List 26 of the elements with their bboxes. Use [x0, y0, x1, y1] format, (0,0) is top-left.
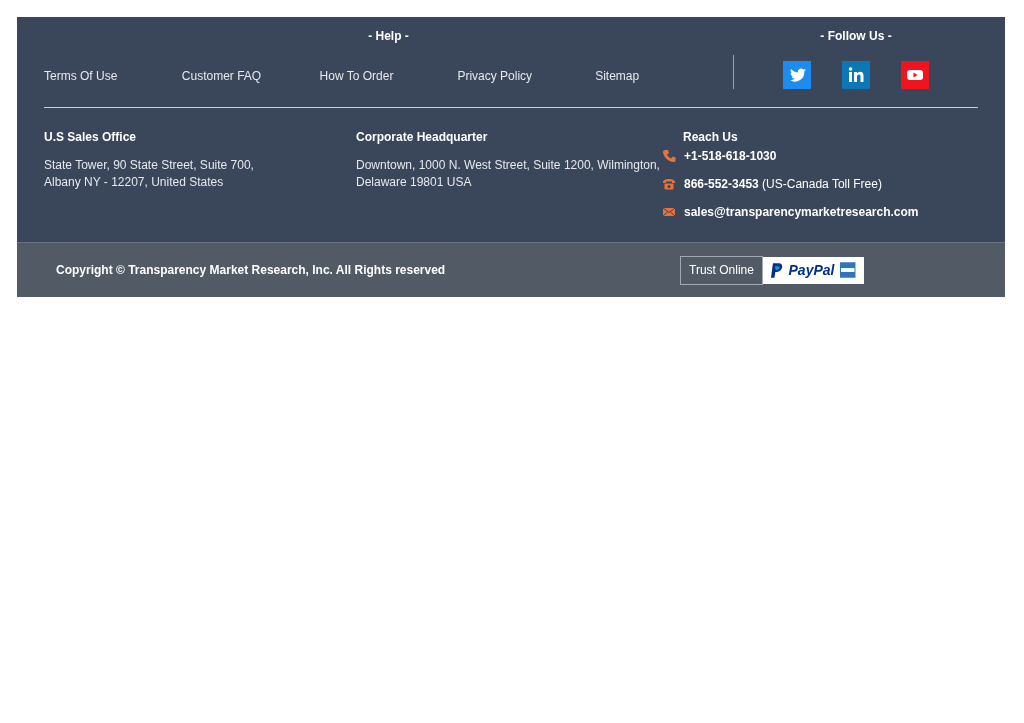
office-heading: Corporate Headquarter: [356, 129, 489, 146]
phone-number: 866-552-3453 (US-Canada Toll Free): [684, 176, 882, 193]
play-video-icon[interactable]: [901, 61, 929, 89]
footer-link[interactable]: Sitemap: [595, 69, 640, 83]
office-address: Downtown, 1000 N. West Street, Suite 1200, Wilmington, Delaware 19801 USA: [356, 157, 661, 191]
card-icon: [840, 262, 856, 278]
office-address: State Tower, 90 State Street, Suite 700, Albany NY - 12207, United States: [44, 157, 255, 191]
footer-link[interactable]: Terms Of Use: [44, 69, 118, 83]
follow-heading: - Follow Us -: [820, 28, 892, 43]
footer-link[interactable]: Customer FAQ: [181, 69, 262, 83]
help-heading: - Help -: [367, 28, 410, 43]
phone-icon: [662, 149, 676, 163]
copyright-text: Copyright © Transparency Market Research, Inc. All Rights reserved: [56, 262, 447, 279]
envelope-icon: [662, 205, 676, 219]
phone-number: +1-518-618-1030: [684, 148, 777, 165]
email-link[interactable]: sales@transparencymarketresearch.com: [684, 203, 919, 221]
paypal-logo-text: PayPal: [788, 260, 835, 280]
office-heading: U.S Sales Office: [44, 129, 138, 146]
twitter-bird-icon[interactable]: [783, 61, 811, 89]
reach-heading: Reach Us: [683, 129, 739, 146]
trust-online-label: Trust Online: [680, 255, 763, 285]
footer-link[interactable]: How To Order: [319, 69, 394, 83]
footer-link[interactable]: Privacy Policy: [457, 69, 533, 83]
telephone-icon: [662, 177, 676, 191]
linkedin-icon[interactable]: [842, 61, 870, 89]
paypal-icon: [770, 262, 783, 278]
